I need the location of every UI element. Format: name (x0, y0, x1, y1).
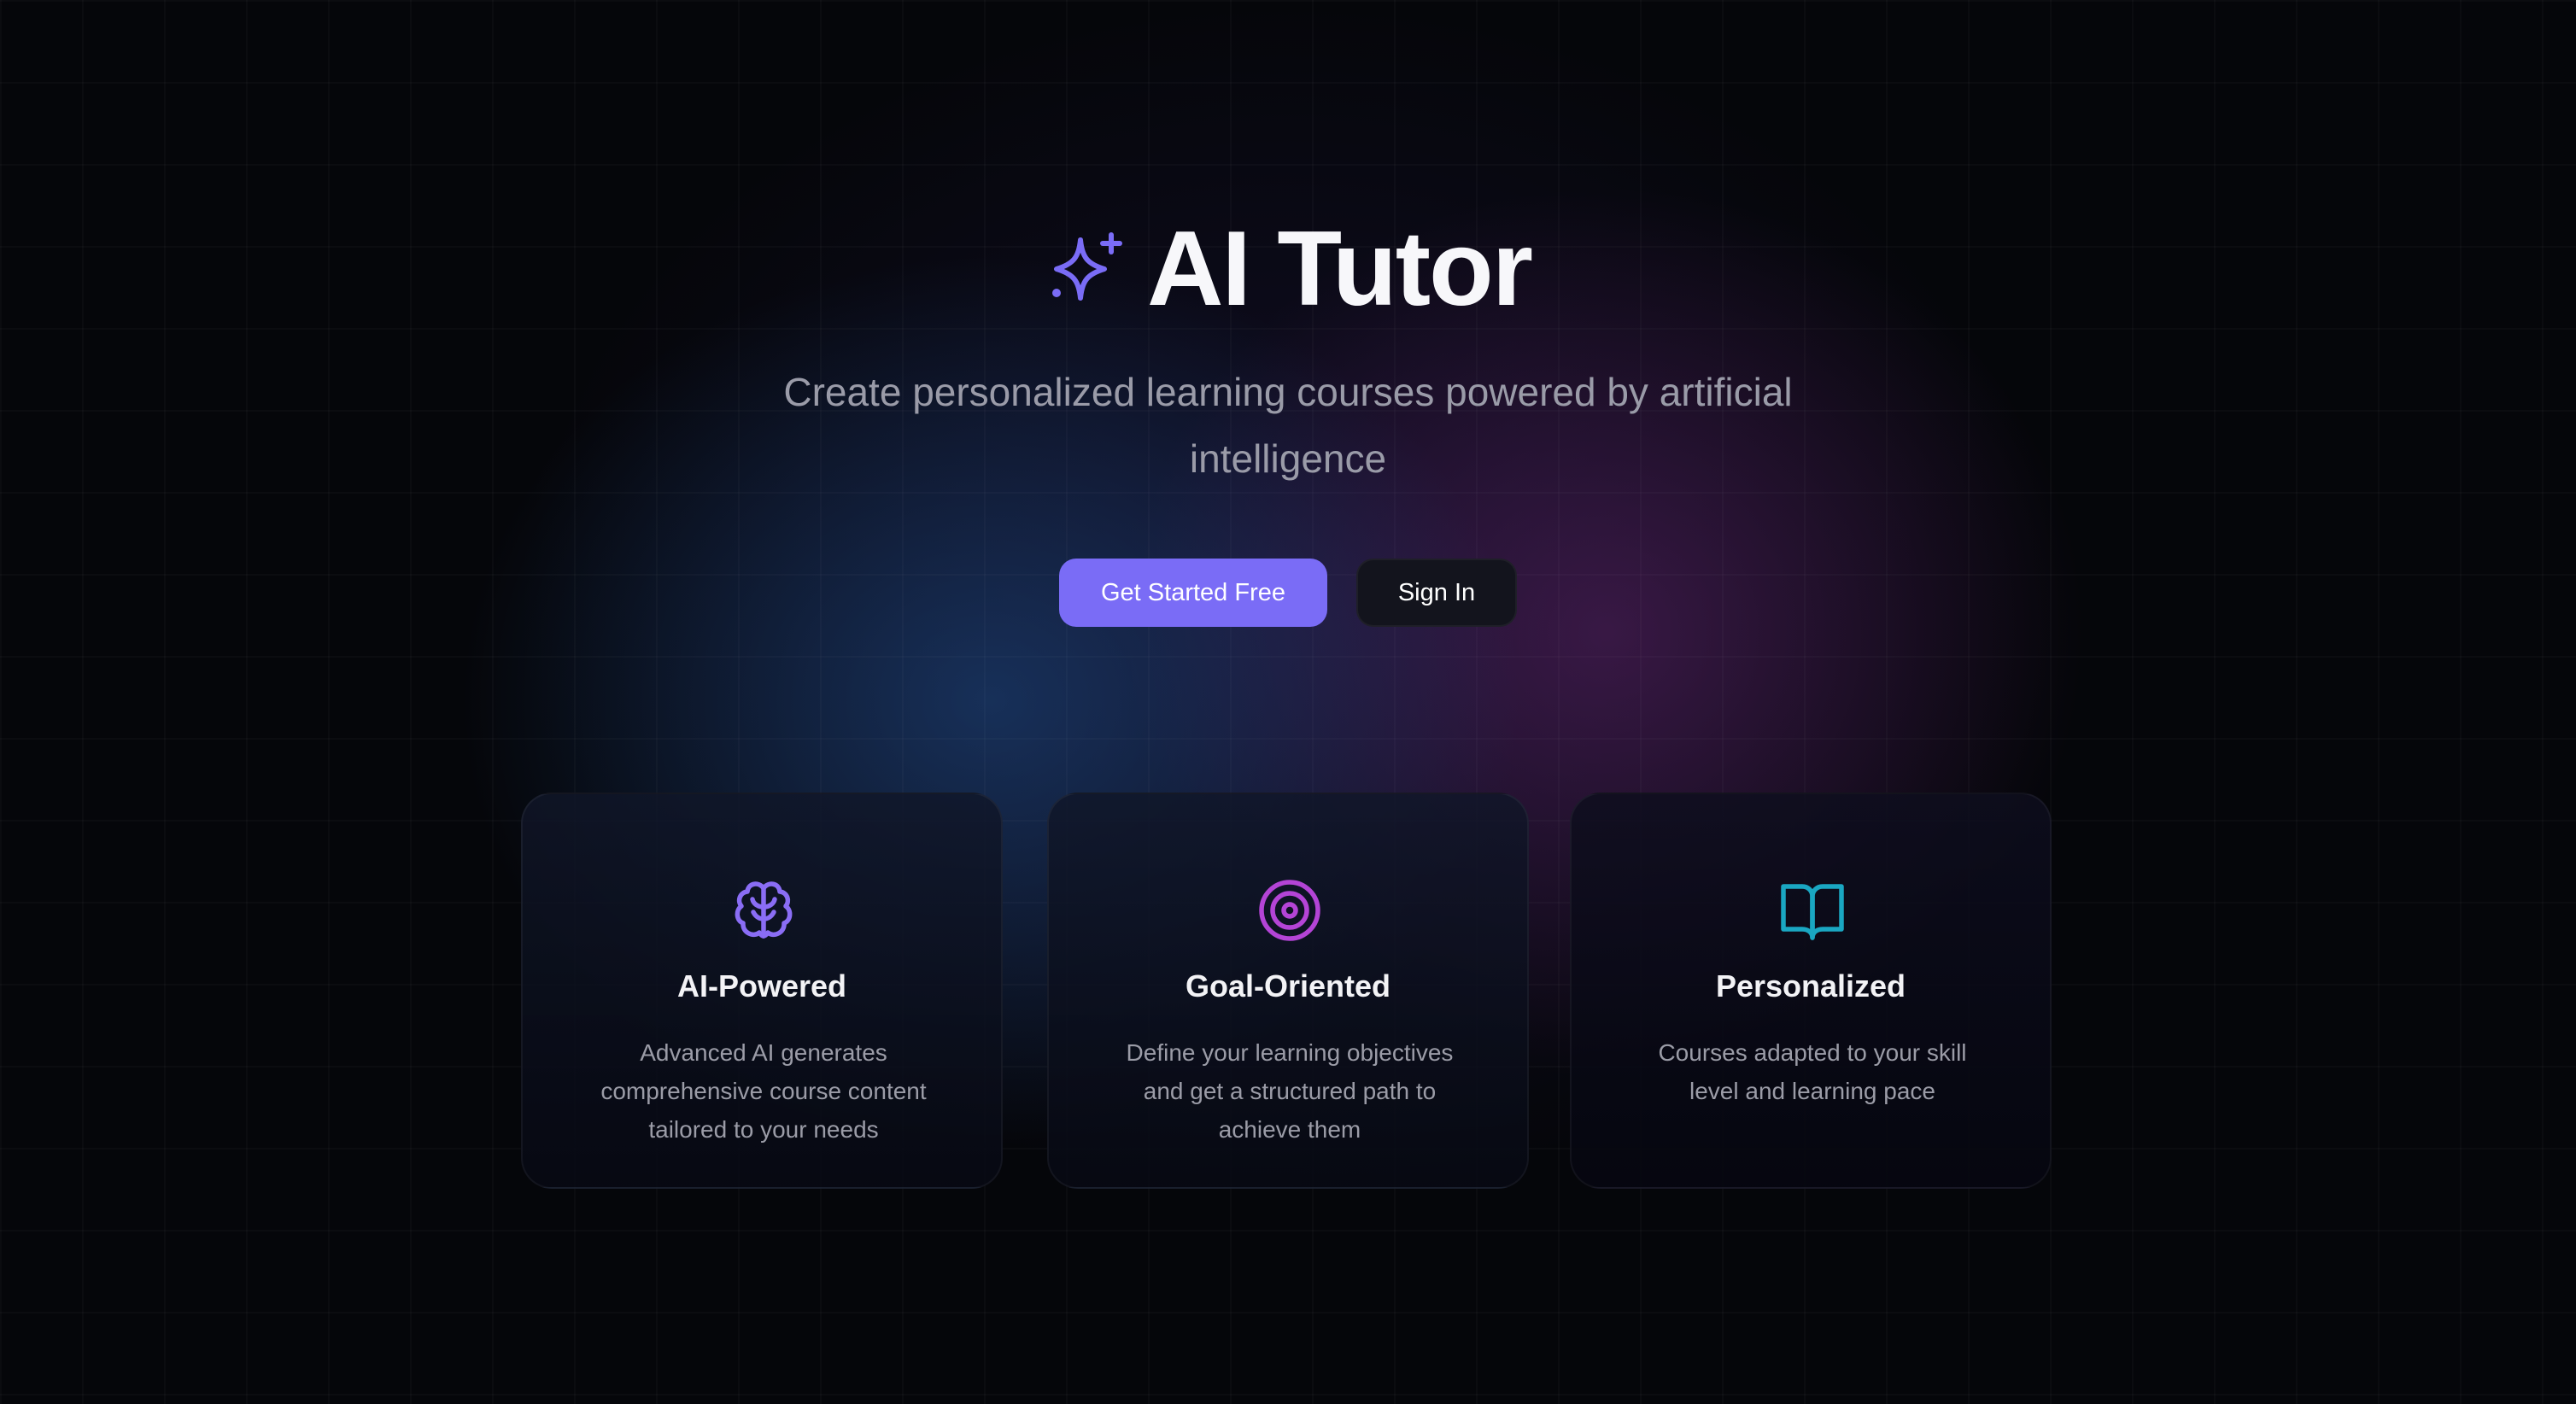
title-row: AI Tutor (0, 205, 2576, 333)
sparkles-icon (1051, 232, 1122, 301)
feature-card-personalized: Personalized Courses adapted to your ski… (1570, 793, 2052, 1189)
feature-card-goal-oriented: Goal-Oriented Define your learning objec… (1047, 793, 1529, 1189)
brain-icon (735, 881, 793, 939)
feature-description: Advanced AI generates comprehensive cour… (600, 1039, 927, 1143)
target-icon (1259, 880, 1320, 941)
page-subtitle: Create personalized learning courses pow… (783, 370, 1793, 481)
feature-cards: AI-Powered Advanced AI generates compreh… (521, 793, 2055, 1189)
feature-title: AI-Powered (676, 968, 847, 1003)
feature-card-ai-powered: AI-Powered Advanced AI generates compreh… (521, 793, 1003, 1189)
book-open-icon (1781, 884, 1844, 940)
page-title: AI Tutor (1146, 210, 1533, 328)
feature-description: Define your learning objectives and get … (1126, 1039, 1454, 1143)
cta-row: Get Started Free Sign In (0, 559, 2576, 627)
sign-in-button[interactable]: Sign In (1356, 559, 1517, 627)
feature-description: Courses adapted to your skill level and … (1658, 1039, 1967, 1104)
get-started-button[interactable]: Get Started Free (1059, 559, 1327, 627)
feature-title: Personalized (1715, 968, 1906, 1003)
feature-title: Goal-Oriented (1185, 968, 1391, 1003)
